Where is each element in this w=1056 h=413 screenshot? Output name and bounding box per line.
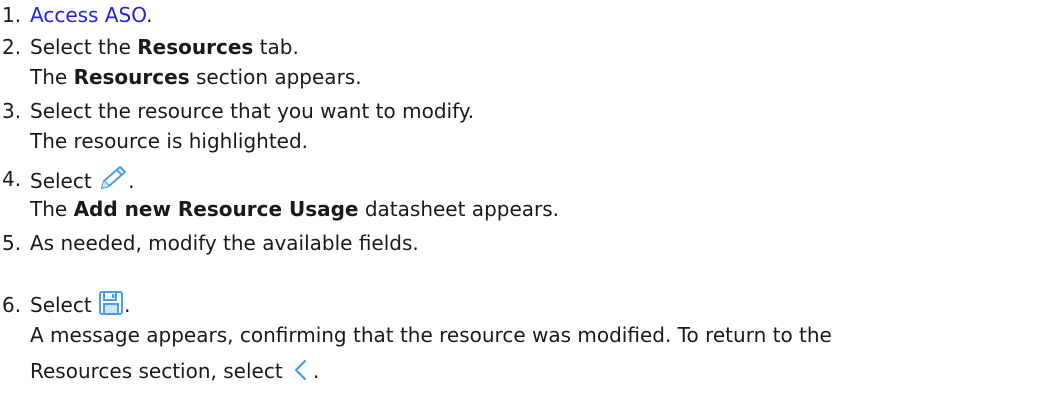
step-text: Select the resource that you want to mod… xyxy=(30,99,475,123)
step-number: 1. xyxy=(2,3,22,27)
step-number: 5. xyxy=(2,231,22,255)
step-punctuation: . xyxy=(124,293,131,317)
step-number: 2. xyxy=(2,35,22,59)
step-1: 1. Access ASO. xyxy=(0,0,1056,30)
step-result: The Add new Resource Usage datasheet app… xyxy=(0,194,1056,224)
step-text: Select xyxy=(30,293,99,317)
step-5: 5. As needed, modify the available field… xyxy=(0,228,1056,258)
step-result-line-1: A message appears, confirming that the r… xyxy=(30,323,832,347)
result-bold: Add new Resource Usage xyxy=(73,197,359,221)
procedure-steps: 1. Access ASO. 2. Select the Resources t… xyxy=(0,0,1056,413)
step-4: 4. Select . The Add new Resource Usage d… xyxy=(0,164,1056,224)
step-text: tab. xyxy=(253,35,299,59)
step-6: 6. Select . A message appears, confirmin… xyxy=(0,290,1056,386)
access-aso-link[interactable]: Access ASO xyxy=(30,3,146,27)
result-text: The xyxy=(30,197,74,221)
step-punctuation: . xyxy=(146,3,153,27)
step-text: Select xyxy=(30,169,99,193)
step-number: 6. xyxy=(2,293,22,317)
result-text: datasheet appears. xyxy=(358,197,560,221)
step-text: Select the xyxy=(30,35,138,59)
result-text: section appears. xyxy=(189,65,362,89)
step-text: As needed, modify the available fields. xyxy=(30,231,419,255)
result-text: The xyxy=(30,65,74,89)
result-bold: Resources xyxy=(73,65,190,89)
step-result: The Resources section appears. xyxy=(0,62,1056,92)
step-bold: Resources xyxy=(137,35,254,59)
chevron-left-icon xyxy=(289,358,313,390)
step-result: The resource is highlighted. xyxy=(30,129,309,153)
step-punctuation: . xyxy=(313,359,320,383)
step-number: 4. xyxy=(2,167,22,191)
step-3: 3. Select the resource that you want to … xyxy=(0,96,1056,156)
step-number: 3. xyxy=(2,99,22,123)
save-disk-icon xyxy=(98,290,124,324)
result-text: Resources section, select xyxy=(30,359,290,383)
step-punctuation: . xyxy=(128,169,135,193)
step-2: 2. Select the Resources tab. The Resourc… xyxy=(0,32,1056,92)
step-result-line-2: Resources section, select . xyxy=(0,356,1056,386)
